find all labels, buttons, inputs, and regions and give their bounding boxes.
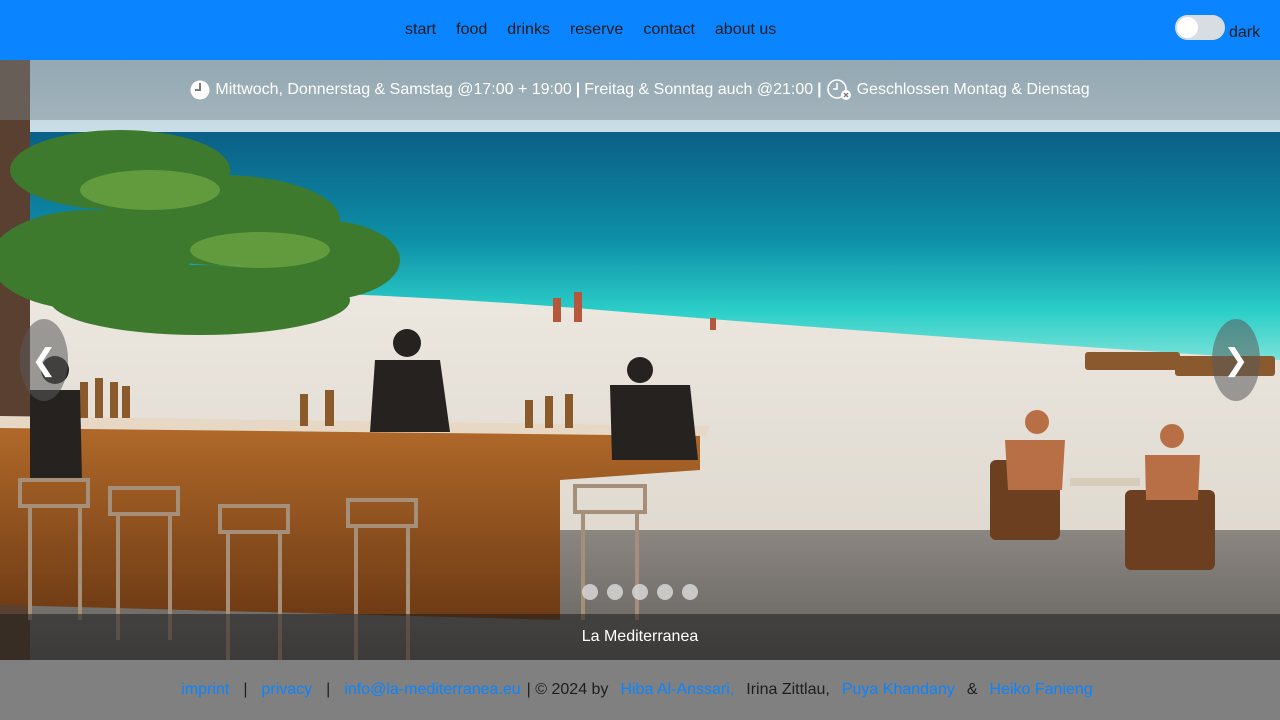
page-footer: imprint | privacy | info@la-mediterranea… [0, 660, 1280, 720]
closed-days-text: Geschlossen Montag & Dienstag [856, 81, 1090, 98]
dark-mode-toggle[interactable] [1175, 15, 1225, 40]
ampersand: & [966, 681, 978, 698]
author-link-hiba[interactable]: Hiba Al-Anssari, [620, 681, 734, 699]
slide-caption-text: La Mediterranea [581, 628, 699, 645]
author-link-puya[interactable]: Puya Khandany [842, 681, 955, 699]
carousel-dot-1[interactable] [582, 584, 598, 600]
toggle-knob [1177, 17, 1198, 38]
footer-separator: | [243, 681, 248, 698]
carousel-prev-button[interactable]: ❮ [20, 319, 68, 401]
top-navbar: start food drinks reserve contact about … [0, 0, 1280, 60]
carousel-dot-3[interactable] [632, 584, 648, 600]
privacy-link[interactable]: privacy [261, 681, 312, 699]
carousel-indicators [582, 584, 698, 600]
author-link-heiko[interactable]: Heiko Fanieng [990, 681, 1093, 699]
copyright-text: | © 2024 by [526, 681, 609, 698]
clock-icon [190, 80, 210, 100]
opening-hours-banner: Mittwoch, Donnerstag & Samstag @17:00 + … [0, 60, 1280, 120]
main-nav: start food drinks reserve contact about … [395, 0, 786, 60]
extra-hours-text: Freitag & Sonntag auch @21:00 [584, 81, 814, 98]
carousel-next-button[interactable]: ❯ [1212, 319, 1260, 401]
footer-separator: | [326, 681, 331, 698]
nav-drinks[interactable]: drinks [497, 0, 560, 60]
closed-clock-icon [826, 79, 851, 100]
imprint-link[interactable]: imprint [181, 681, 229, 699]
carousel-dot-5[interactable] [682, 584, 698, 600]
carousel-dot-2[interactable] [607, 584, 623, 600]
separator: | [575, 81, 581, 98]
beach-bar-photo [0, 60, 1280, 660]
opening-hours-text: Mittwoch, Donnerstag & Samstag @17:00 + … [215, 81, 572, 98]
nav-start[interactable]: start [395, 0, 446, 60]
nav-food[interactable]: food [446, 0, 497, 60]
slide-caption: La Mediterranea [0, 614, 1280, 660]
nav-reserve[interactable]: reserve [560, 0, 633, 60]
dark-mode-label: dark [1229, 24, 1261, 41]
nav-contact[interactable]: contact [633, 0, 705, 60]
author-name-irina: Irina Zittlau, [746, 681, 830, 698]
hero-carousel: Mittwoch, Donnerstag & Samstag @17:00 + … [0, 60, 1280, 660]
separator: | [817, 81, 822, 98]
email-link[interactable]: info@la-mediterranea.eu [344, 681, 520, 699]
carousel-dot-4[interactable] [657, 584, 673, 600]
nav-about-us[interactable]: about us [705, 0, 786, 60]
